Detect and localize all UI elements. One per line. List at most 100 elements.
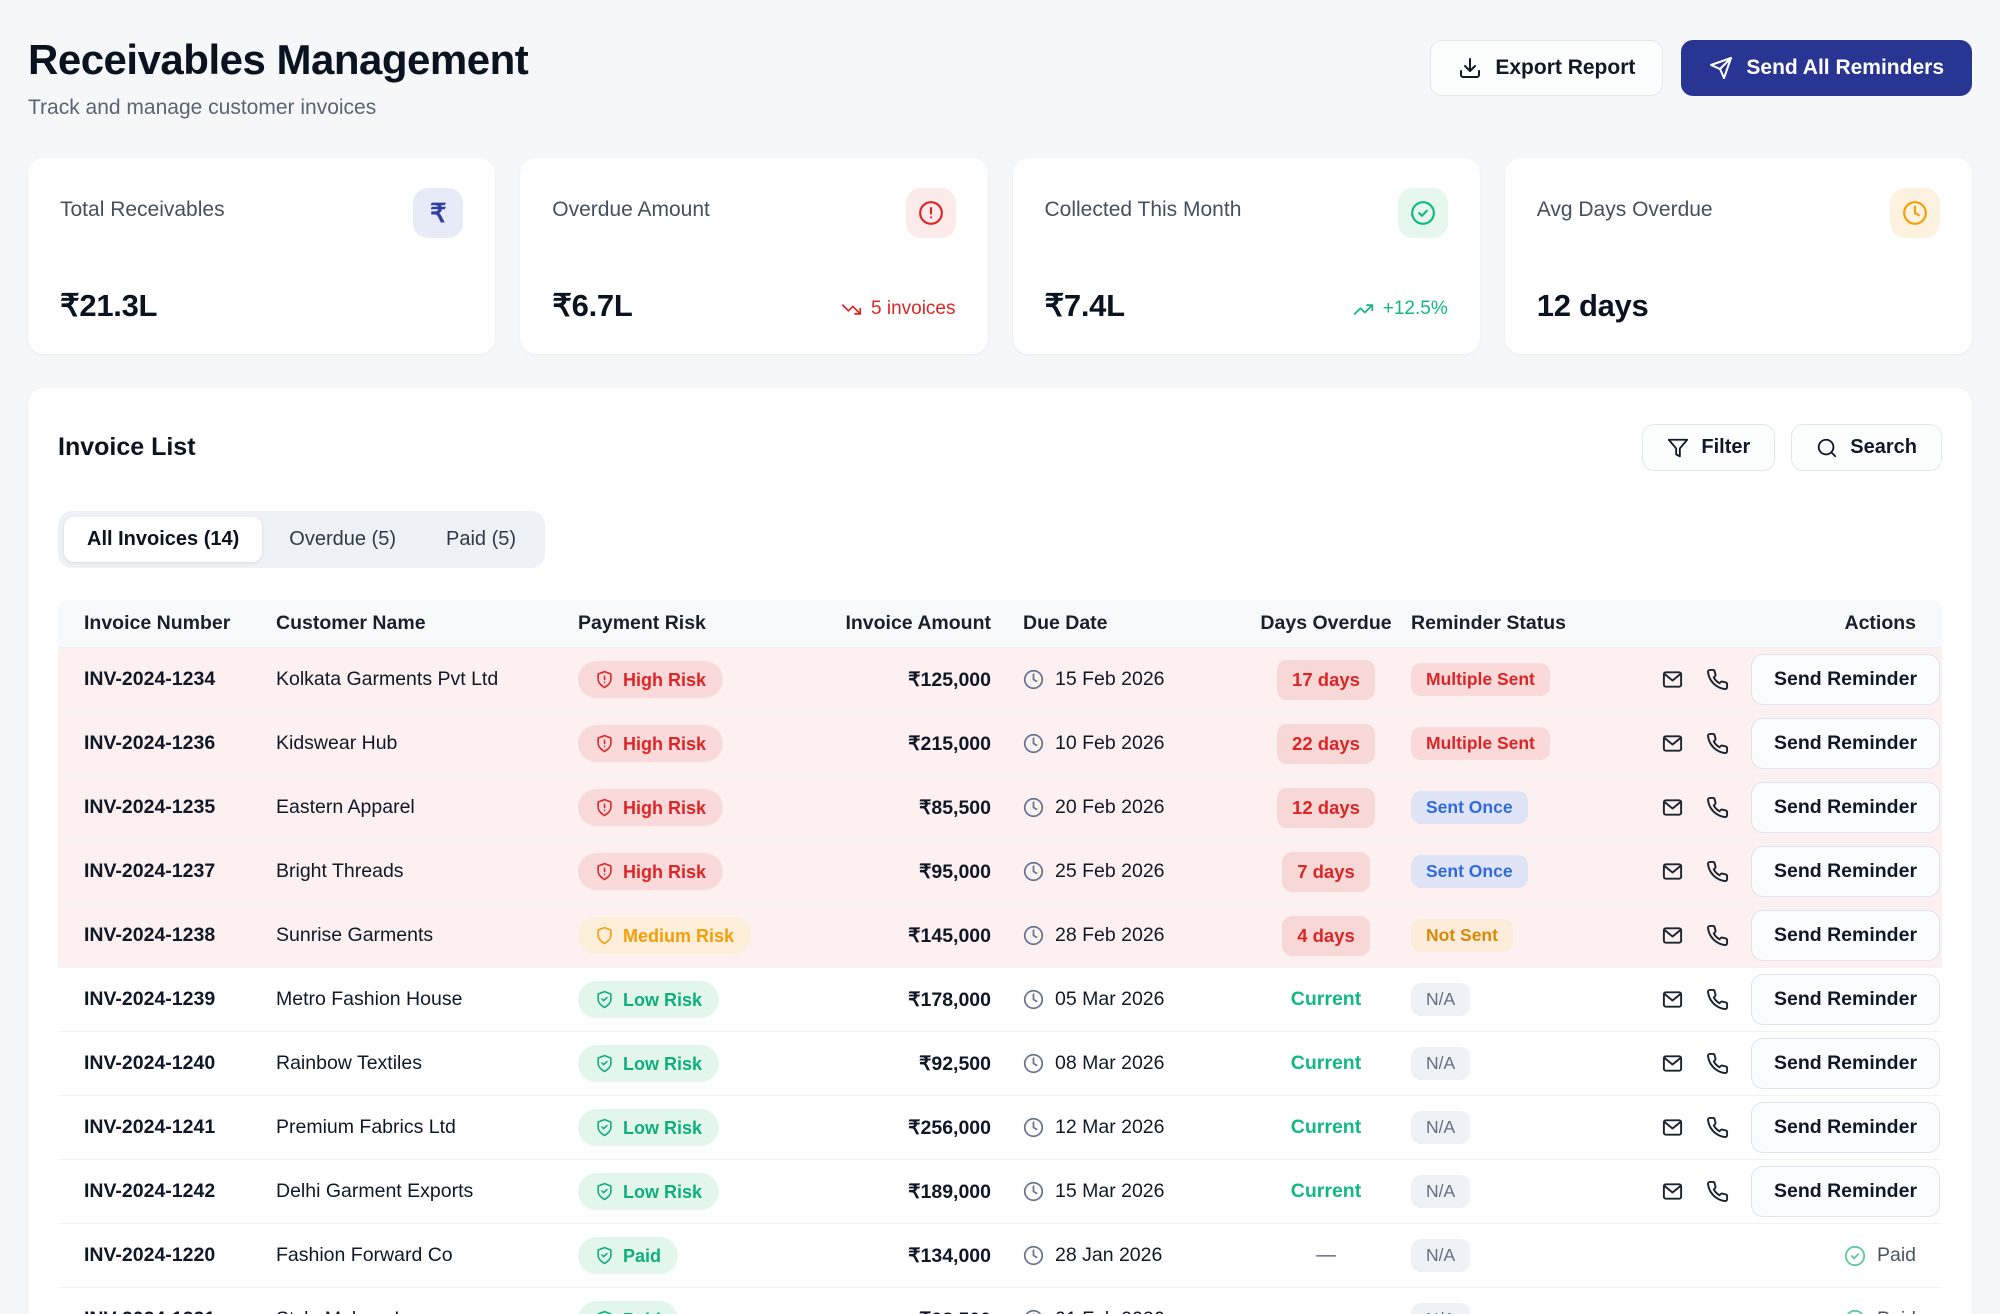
- stat-value: 12 days: [1537, 288, 1649, 324]
- reminder-status-cell: Sent Once: [1411, 791, 1661, 825]
- export-report-label: Export Report: [1495, 56, 1635, 80]
- customer-name-cell: Eastern Apparel: [276, 796, 578, 819]
- email-icon[interactable]: [1661, 1116, 1684, 1139]
- actions-cell: Send Reminder: [1661, 1166, 1940, 1217]
- filter-button[interactable]: Filter: [1642, 424, 1775, 471]
- reminder-status-cell: N/A: [1411, 1303, 1661, 1314]
- clock-icon: [1023, 1117, 1044, 1138]
- phone-icon[interactable]: [1706, 668, 1729, 691]
- clock-icon: [1023, 669, 1044, 690]
- send-reminder-button[interactable]: Send Reminder: [1751, 846, 1940, 897]
- due-date-cell: 20 Feb 2026: [991, 796, 1241, 819]
- phone-icon[interactable]: [1706, 860, 1729, 883]
- days-overdue-cell: 17 days: [1241, 660, 1411, 700]
- phone-icon[interactable]: [1706, 1116, 1729, 1139]
- risk-label: Paid: [623, 1311, 661, 1314]
- customer-name-cell: Delhi Garment Exports: [276, 1180, 578, 1203]
- due-date-label: 20 Feb 2026: [1055, 796, 1165, 819]
- customer-name-cell: Premium Fabrics Ltd: [276, 1116, 578, 1139]
- risk-label: High Risk: [623, 735, 706, 753]
- search-button[interactable]: Search: [1791, 424, 1942, 471]
- risk-badge: Low Risk: [578, 1173, 719, 1210]
- clock-icon: [1023, 989, 1044, 1010]
- send-reminder-button[interactable]: Send Reminder: [1751, 974, 1940, 1025]
- reminder-status-badge: Not Sent: [1411, 919, 1513, 953]
- page-heading-block: Receivables Management Track and manage …: [28, 24, 528, 120]
- days-overdue-badge: 12 days: [1277, 788, 1375, 828]
- send-reminder-button[interactable]: Send Reminder: [1751, 782, 1940, 833]
- clock-icon: [1023, 925, 1044, 946]
- phone-icon[interactable]: [1706, 796, 1729, 819]
- actions-cell: Paid: [1661, 1244, 1916, 1267]
- paid-check-circle-icon: [1844, 1245, 1866, 1267]
- current-label: Current: [1291, 1116, 1361, 1138]
- email-icon[interactable]: [1661, 668, 1684, 691]
- send-all-reminders-button[interactable]: Send All Reminders: [1681, 40, 1972, 96]
- reminder-status-cell: N/A: [1411, 983, 1661, 1017]
- risk-badge: High Risk: [578, 789, 723, 826]
- phone-icon[interactable]: [1706, 988, 1729, 1011]
- stat-trend: 5 invoices: [841, 298, 956, 324]
- risk-label: Low Risk: [623, 991, 702, 1009]
- invoice-amount-cell: ₹134,000: [836, 1244, 991, 1268]
- risk-badge: Low Risk: [578, 1109, 719, 1146]
- invoice-amount-cell: ₹125,000: [836, 668, 991, 692]
- send-reminder-button[interactable]: Send Reminder: [1751, 1166, 1940, 1217]
- shield-check-icon: [595, 1054, 614, 1073]
- email-icon[interactable]: [1661, 796, 1684, 819]
- send-reminder-button[interactable]: Send Reminder: [1751, 910, 1940, 961]
- phone-icon[interactable]: [1706, 1052, 1729, 1075]
- days-overdue-cell: —: [1241, 1244, 1411, 1267]
- invoice-amount-cell: ₹92,500: [836, 1052, 991, 1076]
- reminder-status-cell: Multiple Sent: [1411, 727, 1661, 761]
- stat-card-collected-this-month: Collected This Month ₹7.4L +12.5%: [1013, 158, 1480, 354]
- send-reminder-button[interactable]: Send Reminder: [1751, 654, 1940, 705]
- stat-trend-label: 5 invoices: [871, 298, 956, 320]
- email-icon[interactable]: [1661, 732, 1684, 755]
- days-overdue-cell: 7 days: [1241, 852, 1411, 892]
- customer-name-cell: Fashion Forward Co: [276, 1244, 578, 1267]
- actions-cell: Send Reminder: [1661, 1102, 1940, 1153]
- export-report-button[interactable]: Export Report: [1430, 40, 1663, 96]
- invoice-amount-cell: ₹95,000: [836, 860, 991, 884]
- payment-risk-cell: High Risk: [578, 853, 836, 890]
- shield-check-icon: [595, 1182, 614, 1201]
- phone-icon[interactable]: [1706, 732, 1729, 755]
- tab-overdue[interactable]: Overdue (5): [266, 517, 419, 562]
- tab-paid[interactable]: Paid (5): [423, 517, 539, 562]
- send-reminder-button[interactable]: Send Reminder: [1751, 718, 1940, 769]
- send-reminder-button[interactable]: Send Reminder: [1751, 1038, 1940, 1089]
- invoice-table-header: Invoice Number Customer Name Payment Ris…: [58, 600, 1942, 648]
- table-row: INV-2024-1220 Fashion Forward Co Paid ₹1…: [58, 1224, 1942, 1288]
- rupee-icon: ₹: [413, 188, 463, 238]
- stat-label: Total Receivables: [60, 188, 225, 222]
- filter-label: Filter: [1701, 436, 1750, 459]
- risk-badge: Paid: [578, 1237, 678, 1274]
- email-icon[interactable]: [1661, 860, 1684, 883]
- shield-alert-icon: [595, 670, 614, 689]
- page-header: Receivables Management Track and manage …: [28, 24, 1972, 120]
- customer-name-cell: Rainbow Textiles: [276, 1052, 578, 1075]
- stat-label: Overdue Amount: [552, 188, 710, 222]
- payment-risk-cell: High Risk: [578, 661, 836, 698]
- email-icon[interactable]: [1661, 1180, 1684, 1203]
- due-date-label: 28 Jan 2026: [1055, 1244, 1162, 1267]
- actions-cell: Send Reminder: [1661, 782, 1940, 833]
- risk-badge: High Risk: [578, 661, 723, 698]
- email-icon[interactable]: [1661, 924, 1684, 947]
- column-header-payment-risk: Payment Risk: [578, 612, 836, 635]
- phone-icon[interactable]: [1706, 1180, 1729, 1203]
- shield-alert-icon: [595, 862, 614, 881]
- due-date-cell: 28 Feb 2026: [991, 924, 1241, 947]
- paid-label: Paid: [1877, 1244, 1916, 1267]
- days-overdue-badge: 17 days: [1277, 660, 1375, 700]
- stat-value: ₹6.7L: [552, 288, 632, 324]
- tab-all-invoices[interactable]: All Invoices (14): [64, 517, 262, 562]
- phone-icon[interactable]: [1706, 924, 1729, 947]
- risk-label: High Risk: [623, 863, 706, 881]
- email-icon[interactable]: [1661, 988, 1684, 1011]
- reminder-status-badge: Multiple Sent: [1411, 727, 1550, 761]
- email-icon[interactable]: [1661, 1052, 1684, 1075]
- customer-name-cell: Sunrise Garments: [276, 924, 578, 947]
- send-reminder-button[interactable]: Send Reminder: [1751, 1102, 1940, 1153]
